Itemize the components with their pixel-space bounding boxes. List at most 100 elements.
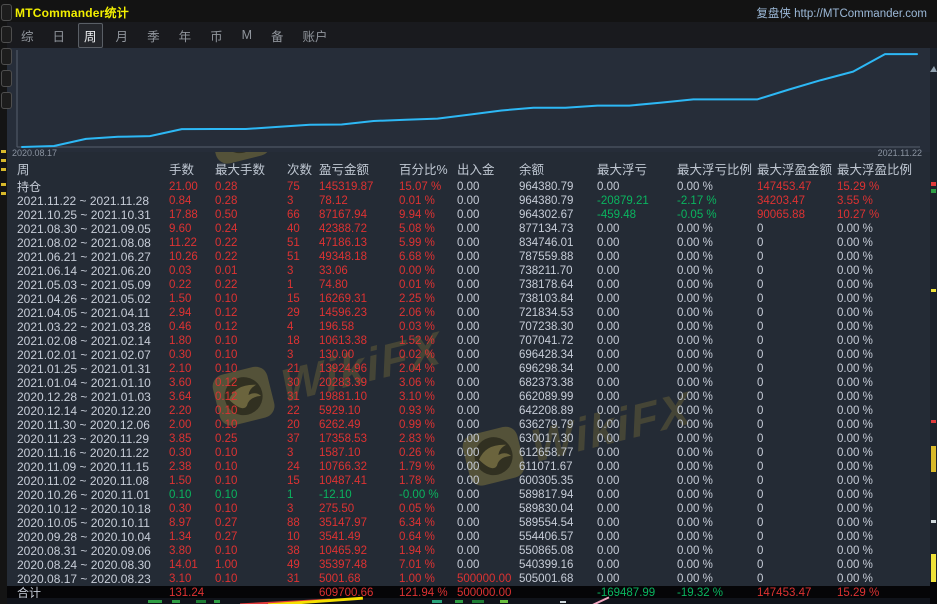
table-row[interactable]: 2021.08.02 ~ 2021.08.0811.220.225147186.… xyxy=(7,236,930,250)
table-cell: 51 xyxy=(287,250,319,264)
table-cell: 0.00 xyxy=(457,502,519,516)
table-cell: 15.29 % xyxy=(837,180,930,194)
table-cell: 964380.79 xyxy=(519,180,597,194)
table-cell: 78.12 xyxy=(319,194,399,208)
table-row[interactable]: 2021.04.26 ~ 2021.05.021.500.101516269.3… xyxy=(7,292,930,306)
table-cell: 3 xyxy=(287,502,319,516)
table-cell: 1.79 % xyxy=(399,460,457,474)
table-cell: 31 xyxy=(287,572,319,586)
menu-item-4[interactable]: 季 xyxy=(141,23,166,48)
table-row[interactable]: 2020.09.28 ~ 2020.10.041.340.27103541.49… xyxy=(7,530,930,544)
table-cell: 2021.01.04 ~ 2021.01.10 xyxy=(7,376,169,390)
table-cell: 0.00 % xyxy=(677,488,757,502)
table-row[interactable]: 2021.10.25 ~ 2021.10.3117.880.506687167.… xyxy=(7,208,930,222)
table-cell: 10.26 xyxy=(169,250,215,264)
table-cell: 2020.09.28 ~ 2020.10.04 xyxy=(7,530,169,544)
background-fragment xyxy=(432,600,442,603)
table-cell: 0.01 % xyxy=(399,194,457,208)
table-cell: 611071.67 xyxy=(519,460,597,474)
table-cell: 0 xyxy=(757,390,837,404)
table-cell: 0.00 xyxy=(597,460,677,474)
table-row[interactable]: 2020.10.26 ~ 2020.11.010.100.101-12.10-0… xyxy=(7,488,930,502)
table-row[interactable]: 2021.03.22 ~ 2021.03.280.460.124196.580.… xyxy=(7,320,930,334)
table-cell: 1587.10 xyxy=(319,446,399,460)
table-row[interactable]: 2020.10.05 ~ 2020.10.118.970.278835147.9… xyxy=(7,516,930,530)
menu-item-1[interactable]: 日 xyxy=(47,23,72,48)
table-row[interactable]: 2020.11.09 ~ 2020.11.152.380.102410766.3… xyxy=(7,460,930,474)
menu-item-3[interactable]: 月 xyxy=(110,23,135,48)
menu-item-9[interactable]: 账户 xyxy=(297,23,334,48)
table-cell: 0.00 % xyxy=(837,488,930,502)
table-row[interactable]: 2021.02.01 ~ 2021.02.070.300.103130.000.… xyxy=(7,348,930,362)
table-cell: 1.80 xyxy=(169,334,215,348)
menu-item-8[interactable]: 备 xyxy=(265,23,290,48)
table-row[interactable]: 2020.11.16 ~ 2020.11.220.300.1031587.100… xyxy=(7,446,930,460)
table-row[interactable]: 2020.11.02 ~ 2020.11.081.500.101510487.4… xyxy=(7,474,930,488)
table-row[interactable]: 2020.08.31 ~ 2020.09.063.800.103810465.9… xyxy=(7,544,930,558)
table-cell: 3.60 xyxy=(169,376,215,390)
table-cell: 0.00 % xyxy=(677,250,757,264)
table-cell: 0.00 xyxy=(597,516,677,530)
table-row[interactable]: 2021.11.22 ~ 2021.11.280.840.28378.120.0… xyxy=(7,194,930,208)
table-cell: 0.03 % xyxy=(399,320,457,334)
table-cell: 0 xyxy=(757,530,837,544)
table-cell: 0.00 % xyxy=(677,362,757,376)
table-cell: 0.00 xyxy=(457,250,519,264)
scroll-marker xyxy=(931,446,936,472)
table-row[interactable]: 2020.11.30 ~ 2020.12.062.000.10206262.49… xyxy=(7,418,930,432)
table-cell: 24 xyxy=(287,460,319,474)
menu-item-7[interactable]: M xyxy=(236,25,258,45)
table-cell: 0.00 % xyxy=(837,502,930,516)
table-row[interactable]: 2020.12.14 ~ 2020.12.202.200.10225929.10… xyxy=(7,404,930,418)
table-row[interactable]: 2020.08.24 ~ 2020.08.3014.011.004935397.… xyxy=(7,558,930,572)
right-scroll-strip[interactable] xyxy=(930,48,937,604)
table-row[interactable]: 2021.04.05 ~ 2021.04.112.940.122914596.2… xyxy=(7,306,930,320)
table-row[interactable]: 2021.02.08 ~ 2021.02.141.800.101810613.3… xyxy=(7,334,930,348)
table-cell: 17.88 xyxy=(169,208,215,222)
table-cell: 0.00 % xyxy=(837,376,930,390)
table-cell: 10613.38 xyxy=(319,334,399,348)
table-cell: 0.00 xyxy=(457,292,519,306)
table-cell: 275.50 xyxy=(319,502,399,516)
table-row[interactable]: 2021.05.03 ~ 2021.05.090.220.22174.800.0… xyxy=(7,278,930,292)
table-cell: 19881.10 xyxy=(319,390,399,404)
table-cell: 3.80 xyxy=(169,544,215,558)
menu-item-0[interactable]: 综 xyxy=(15,23,40,48)
table-cell: 0.00 % xyxy=(837,390,930,404)
table-row[interactable]: 2021.01.04 ~ 2021.01.103.600.123020283.3… xyxy=(7,376,930,390)
scroll-up-arrow-icon[interactable] xyxy=(930,66,937,72)
table-cell: 42388.72 xyxy=(319,222,399,236)
table-row[interactable]: 2020.10.12 ~ 2020.10.180.300.103275.500.… xyxy=(7,502,930,516)
table-cell: 10465.92 xyxy=(319,544,399,558)
table-cell: 1.00 % xyxy=(399,572,457,586)
table-cell: 14.01 xyxy=(169,558,215,572)
table-cell: 0.00 xyxy=(597,558,677,572)
brand-link[interactable]: 复盘侠 http://MTCommander.com xyxy=(756,5,927,21)
table-cell: 22 xyxy=(287,404,319,418)
table-cell: 11.22 xyxy=(169,236,215,250)
table-cell: 0.00 xyxy=(457,264,519,278)
menu-item-6[interactable]: 币 xyxy=(204,23,229,48)
menu-item-5[interactable]: 年 xyxy=(173,23,198,48)
background-fragment xyxy=(1,168,6,171)
table-row[interactable]: 2021.06.14 ~ 2021.06.200.030.01333.060.0… xyxy=(7,264,930,278)
table-cell: 0.10 xyxy=(215,572,287,586)
table-row[interactable]: 2020.08.17 ~ 2020.08.233.100.10315001.68… xyxy=(7,572,930,586)
table-cell: 0.00 xyxy=(457,544,519,558)
table-row[interactable]: 2021.06.21 ~ 2021.06.2710.260.225149348.… xyxy=(7,250,930,264)
table-row[interactable]: 2020.11.23 ~ 2020.11.293.850.253717358.5… xyxy=(7,432,930,446)
table-row[interactable]: 2020.12.28 ~ 2021.01.033.640.123119881.1… xyxy=(7,390,930,404)
menu-item-2[interactable]: 周 xyxy=(78,23,103,48)
table-cell: 47186.13 xyxy=(319,236,399,250)
table-cell: 0.00 xyxy=(597,390,677,404)
table-row[interactable]: 2021.01.25 ~ 2021.01.312.100.102113924.9… xyxy=(7,362,930,376)
table-cell: 0.00 xyxy=(597,502,677,516)
table-row[interactable]: 2021.08.30 ~ 2021.09.059.600.244042388.7… xyxy=(7,222,930,236)
table-cell: 2020.10.05 ~ 2020.10.11 xyxy=(7,516,169,530)
table-cell: 37 xyxy=(287,432,319,446)
table-cell: 662089.99 xyxy=(519,390,597,404)
table-row[interactable]: 持仓21.000.2875145319.8715.07 %0.00964380.… xyxy=(7,180,930,194)
table-cell: 5929.10 xyxy=(319,404,399,418)
table-cell: 0.00 % xyxy=(677,306,757,320)
table-cell: 0.00 xyxy=(597,180,677,194)
